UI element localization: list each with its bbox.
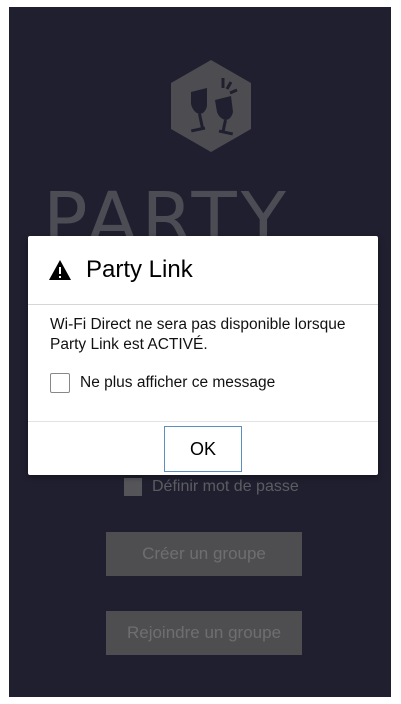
dont-show-again-option[interactable]: Ne plus afficher ce message [28, 373, 378, 393]
party-link-dialog: Party Link Wi-Fi Direct ne sera pas disp… [28, 236, 378, 475]
dialog-footer: OK [28, 421, 378, 476]
dont-show-again-checkbox[interactable] [50, 373, 70, 393]
dialog-header: Party Link [28, 236, 378, 305]
dont-show-again-label: Ne plus afficher ce message [80, 374, 276, 391]
ok-button[interactable]: OK [164, 426, 242, 472]
warning-icon [49, 260, 71, 280]
dialog-title: Party Link [86, 256, 193, 283]
dialog-message: Wi-Fi Direct ne sera pas disponible lors… [50, 316, 346, 353]
